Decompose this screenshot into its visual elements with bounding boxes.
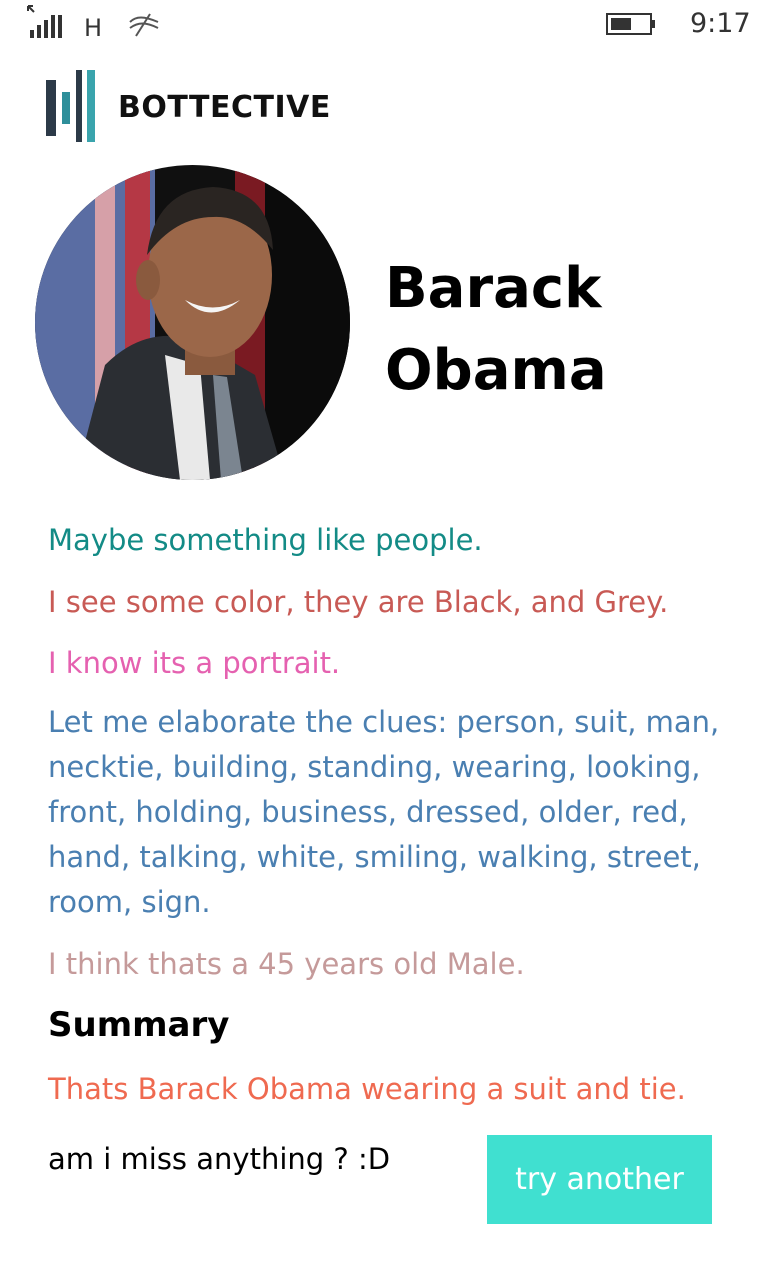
summary-text: Thats Barack Obama wearing a suit and ti… bbox=[48, 1072, 686, 1106]
clock: 9:17 bbox=[690, 8, 751, 39]
portrait-photo bbox=[35, 165, 350, 480]
app-title: BOTTECTIVE bbox=[118, 90, 331, 125]
bar-logo-icon bbox=[46, 70, 95, 142]
status-bar: H 9:17 bbox=[0, 0, 768, 50]
summary-heading: Summary bbox=[48, 1005, 230, 1045]
clue-text: Let me elaborate the clues: person, suit… bbox=[48, 705, 720, 919]
avatar bbox=[35, 165, 350, 480]
clue-text: I know its a portrait. bbox=[48, 646, 341, 680]
clue-text: I think thats a 45 years old Male. bbox=[48, 947, 525, 981]
signal-icon bbox=[27, 5, 62, 38]
clue-text: Maybe something like people. bbox=[48, 523, 483, 557]
network-type-label: H bbox=[84, 14, 103, 42]
try-another-button[interactable]: try another bbox=[487, 1135, 712, 1224]
wifi-icon bbox=[129, 13, 159, 37]
person-name: Barack Obama bbox=[385, 256, 607, 403]
question-text: am i miss anything ? :D bbox=[48, 1142, 391, 1176]
clue-text: I see some color, they are Black, and Gr… bbox=[48, 585, 669, 619]
battery-icon bbox=[606, 13, 655, 35]
